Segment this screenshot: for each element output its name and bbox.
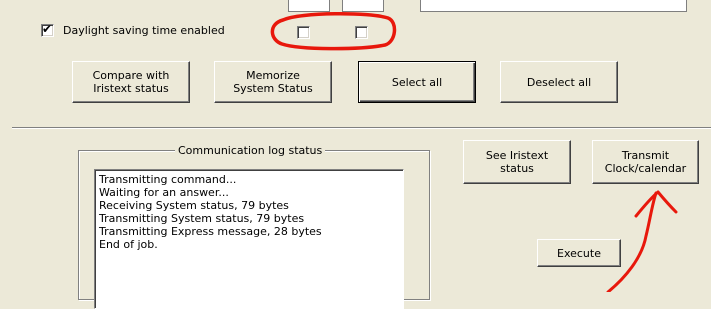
annotation-ellipse: [270, 11, 397, 51]
annotation-arrow-shaft: [606, 191, 658, 292]
annotation-arrow-head: [634, 190, 678, 218]
annotation-overlay: [270, 11, 678, 292]
